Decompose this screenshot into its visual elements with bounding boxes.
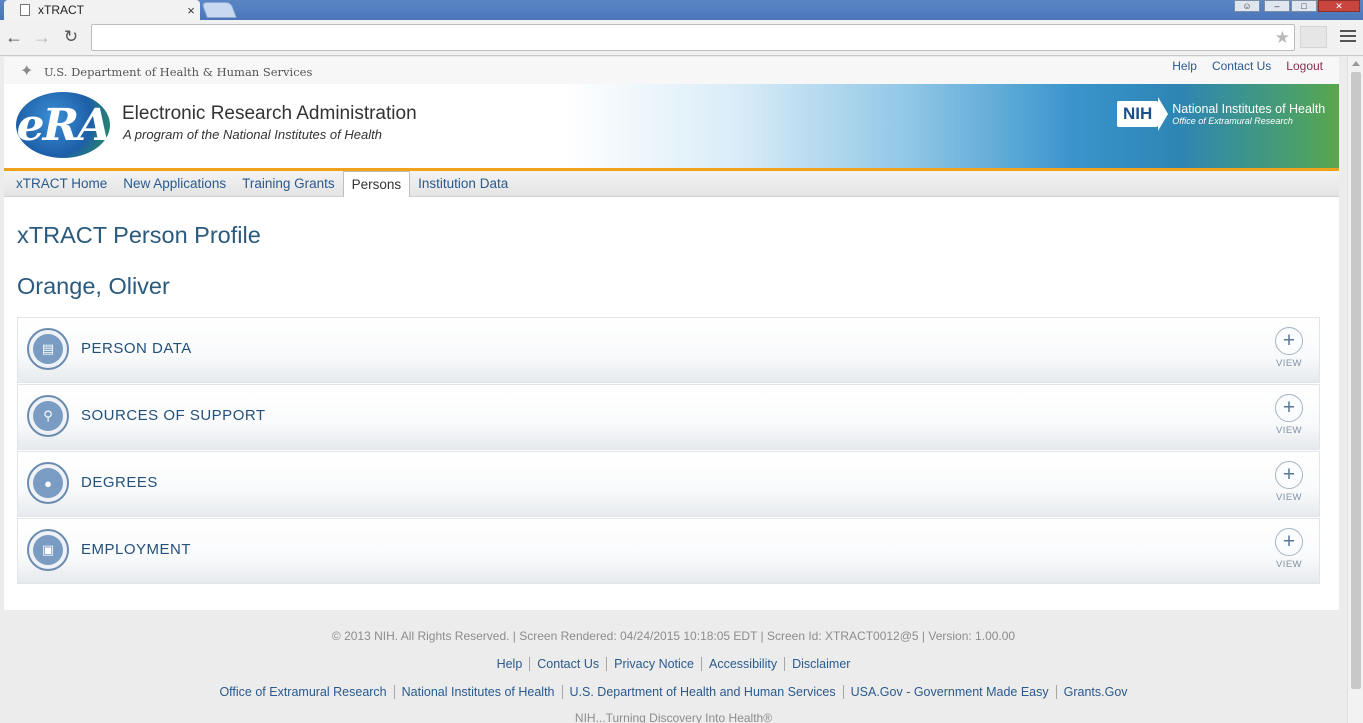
view-label: VIEW <box>1276 425 1302 436</box>
view-button[interactable]: + VIEW <box>1274 528 1304 570</box>
minimize-button[interactable]: – <box>1264 0 1290 12</box>
section-label: PERSON DATA <box>81 340 192 357</box>
page-title: xTRACT Person Profile <box>17 222 261 248</box>
tab-xtract-home[interactable]: xTRACT Home <box>8 171 115 197</box>
era-subtitle: A program of the National Institutes of … <box>123 127 382 142</box>
hhs-eagle-icon: ✦ <box>20 61 34 80</box>
footer-nih-link[interactable]: National Institutes of Health <box>395 685 563 699</box>
maximize-button[interactable]: □ <box>1291 0 1317 12</box>
footer-contact-link[interactable]: Contact Us <box>530 657 608 671</box>
nih-logo[interactable]: NIH National Institutes of Health Office… <box>1117 97 1325 131</box>
main-nav: xTRACT Home New Applications Training Gr… <box>4 171 1339 197</box>
footer-links: Help Contact Us Privacy Notice Accessibi… <box>0 657 1347 671</box>
tab-training-grants[interactable]: Training Grants <box>234 171 343 197</box>
era-banner: eRA Electronic Research Administration A… <box>4 84 1339 168</box>
era-logo[interactable]: eRA <box>16 92 112 158</box>
scrollbar-thumb[interactable] <box>1351 72 1361 689</box>
scrollbar[interactable] <box>1347 57 1363 723</box>
plus-icon: + <box>1275 528 1303 556</box>
search-document-icon: ⚲ <box>27 395 69 437</box>
browser-toolbar: ← → ↻ ★ <box>0 20 1363 56</box>
page-icon <box>20 4 30 16</box>
nih-name: National Institutes of Health <box>1172 102 1326 116</box>
footer-hhs-link[interactable]: U.S. Department of Health and Human Serv… <box>563 685 844 699</box>
era-logo-text: eRA <box>16 99 112 151</box>
tab-persons[interactable]: Persons <box>342 171 411 197</box>
footer-help-link[interactable]: Help <box>490 657 531 671</box>
plus-icon: + <box>1275 327 1303 355</box>
section-person-data[interactable]: ▤ PERSON DATA + VIEW <box>17 317 1320 383</box>
plus-icon: + <box>1275 394 1303 422</box>
hhs-identity[interactable]: ✦ U.S. Department of Health & Human Serv… <box>20 62 312 82</box>
section-label: DEGREES <box>81 474 158 491</box>
footer-disclaimer-link[interactable]: Disclaimer <box>785 657 857 671</box>
section-sources-of-support[interactable]: ⚲ SOURCES OF SUPPORT + VIEW <box>17 384 1320 450</box>
forward-arrow-icon[interactable]: → <box>32 27 52 47</box>
footer-privacy-link[interactable]: Privacy Notice <box>607 657 703 671</box>
footer-accessibility-link[interactable]: Accessibility <box>702 657 786 671</box>
tab-institution-data[interactable]: Institution Data <box>410 171 516 197</box>
view-label: VIEW <box>1276 559 1302 570</box>
era-title: Electronic Research Administration <box>122 103 417 124</box>
browser-titlebar: xTRACT × ☺ – □ ✕ <box>0 0 1363 20</box>
footer-oer-link[interactable]: Office of Extramural Research <box>212 685 395 699</box>
browser-tab[interactable]: xTRACT × <box>4 0 200 20</box>
section-employment[interactable]: ▣ EMPLOYMENT + VIEW <box>17 518 1320 584</box>
hhs-bar: ✦ U.S. Department of Health & Human Serv… <box>4 57 1339 84</box>
person-name: Orange, Oliver <box>17 273 170 299</box>
tab-new-applications[interactable]: New Applications <box>115 171 234 197</box>
section-degrees[interactable]: ● DEGREES + VIEW <box>17 451 1320 517</box>
user-icon[interactable]: ☺ <box>1234 0 1260 12</box>
view-button[interactable]: + VIEW <box>1274 394 1304 436</box>
extension-button[interactable] <box>1300 26 1327 48</box>
nih-text: National Institutes of Health Office of … <box>1172 102 1325 126</box>
contact-us-link[interactable]: Contact Us <box>1212 59 1271 73</box>
nih-office: Office of Extramural Research <box>1172 116 1293 126</box>
menu-icon[interactable] <box>1340 27 1356 47</box>
page-content: ✦ U.S. Department of Health & Human Serv… <box>4 57 1339 610</box>
footer-usagov-link[interactable]: USA.Gov - Government Made Easy <box>844 685 1057 699</box>
view-button[interactable]: + VIEW <box>1274 327 1304 369</box>
new-tab-button[interactable] <box>201 2 237 18</box>
back-arrow-icon[interactable]: ← <box>4 27 24 47</box>
view-label: VIEW <box>1276 358 1302 369</box>
section-label: EMPLOYMENT <box>81 541 192 558</box>
star-icon[interactable]: ★ <box>1275 28 1290 48</box>
id-card-icon: ▤ <box>27 328 69 370</box>
nih-mark: NIH <box>1117 101 1159 127</box>
profile-sections: ▤ PERSON DATA + VIEW ⚲ SOURCES OF SUPPOR… <box>17 317 1320 585</box>
copyright: © 2013 NIH. All Rights Reserved. | Scree… <box>331 629 1016 643</box>
hhs-label: U.S. Department of Health & Human Servic… <box>44 65 313 79</box>
page-viewport: ✦ U.S. Department of Health & Human Serv… <box>0 57 1347 723</box>
view-label: VIEW <box>1276 492 1302 503</box>
address-bar[interactable]: ★ <box>91 24 1295 51</box>
help-link[interactable]: Help <box>1172 59 1197 73</box>
section-label: SOURCES OF SUPPORT <box>81 407 266 424</box>
tab-close-icon[interactable]: × <box>182 3 200 18</box>
graduate-icon: ● <box>27 462 69 504</box>
reload-icon[interactable]: ↻ <box>61 27 81 47</box>
tagline: NIH...Turning Discovery Into Health® <box>574 711 773 723</box>
top-links: Help Contact Us Logout <box>1172 59 1323 73</box>
tab-title: xTRACT <box>38 3 84 17</box>
address-input[interactable] <box>92 25 1262 50</box>
view-button[interactable]: + VIEW <box>1274 461 1304 503</box>
logout-link[interactable]: Logout <box>1286 59 1323 73</box>
nih-arrow-icon <box>1158 97 1169 131</box>
briefcase-icon: ▣ <box>27 529 69 571</box>
footer-agency-links: Office of Extramural Research National I… <box>0 685 1347 699</box>
plus-icon: + <box>1275 461 1303 489</box>
footer-grantsgov-link[interactable]: Grants.Gov <box>1057 685 1135 699</box>
close-window-button[interactable]: ✕ <box>1318 0 1360 12</box>
scroll-up-arrow-icon[interactable] <box>1352 61 1360 66</box>
